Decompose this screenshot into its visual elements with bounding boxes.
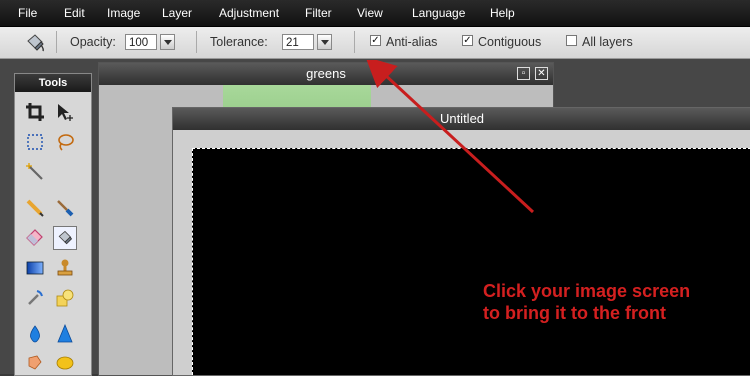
paint-bucket-tool[interactable] <box>53 226 77 250</box>
tolerance-label: Tolerance: <box>210 35 268 49</box>
menu-filter[interactable]: Filter <box>305 6 332 20</box>
options-toolbar: Opacity: 100 Tolerance: 21 ✓ Anti-alias … <box>0 27 750 59</box>
eraser-tool[interactable] <box>23 226 47 250</box>
opacity-input[interactable]: 100 <box>125 34 157 50</box>
menu-adjustment[interactable]: Adjustment <box>219 6 279 20</box>
paint-bucket-icon <box>24 32 46 54</box>
menu-edit[interactable]: Edit <box>64 6 85 20</box>
blur-tool[interactable] <box>23 322 47 346</box>
tools-panel-title: Tools <box>15 74 91 92</box>
menu-bar: File Edit Image Layer Adjustment Filter … <box>0 0 750 27</box>
crop-tool[interactable] <box>23 100 47 124</box>
tools-panel: Tools <box>14 73 92 376</box>
lasso-tool[interactable] <box>53 130 77 154</box>
annotation-line-1: Click your image screen <box>483 281 691 301</box>
pencil-tool[interactable] <box>23 196 47 220</box>
color-replace-tool[interactable] <box>23 286 47 310</box>
shape-tool[interactable] <box>53 286 77 310</box>
all-layers-checkbox[interactable] <box>566 35 577 46</box>
opacity-label: Opacity: <box>70 35 116 49</box>
tolerance-dropdown-button[interactable] <box>317 34 332 50</box>
menu-image[interactable]: Image <box>107 6 140 20</box>
sharpen-tool[interactable] <box>53 322 77 346</box>
menu-help[interactable]: Help <box>490 6 515 20</box>
antialias-label: Anti-alias <box>386 35 438 49</box>
brush-tool[interactable] <box>53 196 77 220</box>
menu-view[interactable]: View <box>357 6 383 20</box>
all-layers-label: All layers <box>582 35 633 49</box>
annotation-arrow <box>365 60 535 214</box>
menu-language[interactable]: Language <box>412 6 465 20</box>
gradient-tool[interactable] <box>23 256 47 280</box>
antialias-checkbox[interactable]: ✓ <box>370 35 381 46</box>
smudge-tool[interactable] <box>23 350 47 374</box>
annotation-line-2: to bring it to the front <box>483 303 666 323</box>
contiguous-label: Contiguous <box>478 35 542 49</box>
clone-stamp-tool[interactable] <box>53 256 77 280</box>
menu-file[interactable]: File <box>18 6 37 20</box>
tolerance-input[interactable]: 21 <box>282 34 314 50</box>
toolbar-divider <box>56 31 57 53</box>
opacity-dropdown-button[interactable] <box>160 34 175 50</box>
toolbar-divider <box>354 31 355 53</box>
toolbar-divider <box>196 31 197 53</box>
annotation-text: Click your image screen to bring it to t… <box>483 280 690 324</box>
move-tool[interactable] <box>53 100 77 124</box>
marquee-tool[interactable] <box>23 130 47 154</box>
menu-layer[interactable]: Layer <box>162 6 192 20</box>
sponge-tool[interactable] <box>53 350 77 374</box>
magic-wand-tool[interactable] <box>23 160 47 184</box>
contiguous-checkbox[interactable]: ✓ <box>462 35 473 46</box>
